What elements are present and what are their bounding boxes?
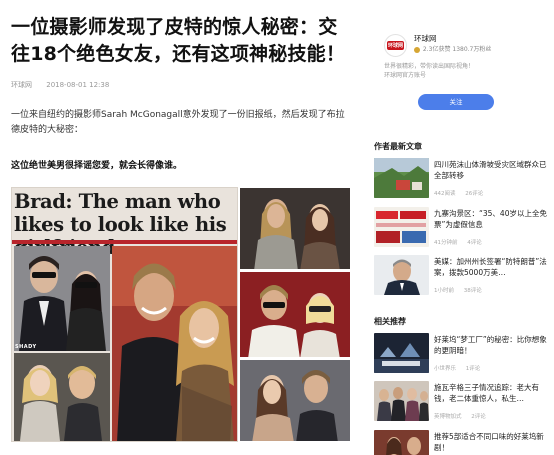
- article-paragraph: 一位来自纽约的摄影师Sarah McGonagall意外发现了一份旧报纸，然后发…: [11, 110, 345, 135]
- photo-long-hair-couple: [239, 187, 351, 270]
- list-item-meta: 442阅读 26评论: [434, 191, 484, 197]
- article-thumbnail: [374, 333, 429, 373]
- sidebar: 环球网 环球网 2.3亿获赞 1380.7万粉丝 世界很精彩，带你读出国际视角！…: [370, 0, 554, 455]
- list-item-meta: 1小时前 38评论: [434, 288, 482, 294]
- list-item-title: 推荐5部适合不同口味的好莱坞新剧！: [434, 432, 544, 452]
- follow-button[interactable]: 关注: [418, 94, 494, 110]
- recent-articles-heading: 作者最新文章: [374, 142, 422, 151]
- article-thumbnail: [374, 430, 429, 455]
- list-item[interactable]: 四川苑沫山体滑坡受灾区域群众已全部转移 442阅读 26评论: [374, 158, 554, 202]
- list-item-meta: 小世界乐 1评论: [434, 366, 481, 372]
- account-logo[interactable]: 环球网: [384, 34, 407, 57]
- list-item[interactable]: 美媒：加州州长签署“防特朗普”法案，拨款5000万美… 1小时前 38评论: [374, 255, 554, 299]
- list-item-meta: 英博物加式 2评论: [434, 414, 486, 420]
- article-thumbnail: [374, 381, 429, 421]
- article-date: 2018-08-01 12:38: [46, 81, 110, 89]
- account-description: 世界很精彩，带你读出国际视角！ 环球网官方账号: [384, 63, 475, 79]
- list-item[interactable]: 九寨沟景区：“35、40岁以上全免票”为虚假信息 41分钟前 4评论: [374, 207, 554, 251]
- list-item[interactable]: 好莱坞“梦工厂”的秘密：比你想象的更阴暗！ 小世界乐 1评论: [374, 333, 554, 377]
- article-source[interactable]: 环球网: [11, 81, 32, 89]
- magazine-red-rule: [12, 240, 237, 244]
- photo-sunglasses-couple: [239, 271, 351, 358]
- list-item-meta: 41分钟前 4评论: [434, 240, 482, 246]
- photo-couple-blondes: [14, 353, 110, 441]
- photo-couple-smiling: [112, 246, 237, 441]
- account-stats: 2.3亿获赞 1380.7万粉丝: [414, 44, 491, 53]
- list-item[interactable]: 推荐5部适合不同口味的好莱坞新剧！: [374, 430, 554, 455]
- magazine-clipping: Brad: The man who likes to look like his…: [11, 187, 238, 442]
- list-item[interactable]: 施瓦辛格三子情况追踪：老大有钱，老二体重惊人，私生… 英博物加式 2评论: [374, 381, 554, 425]
- article-thumbnail: [374, 158, 429, 198]
- article-main: 一位摄影师发现了皮特的惊人秘密：交往18个绝色女友，还有这项神秘技能！ 环球网 …: [0, 0, 358, 455]
- list-item-title: 好莱坞“梦工厂”的秘密：比你想象的更阴暗！: [434, 335, 547, 355]
- account-logo-text: 环球网: [387, 41, 404, 50]
- article-image-collage[interactable]: Brad: The man who likes to look like his…: [11, 187, 351, 442]
- article-meta: 环球网 2018-08-01 12:38: [11, 80, 121, 90]
- photo-event-couple: [239, 359, 351, 442]
- article-title: 一位摄影师发现了皮特的惊人秘密：交往18个绝色女友，还有这项神秘技能！: [11, 16, 346, 65]
- related-heading: 相关推荐: [374, 317, 406, 326]
- list-item-title: 九寨沟景区：“35、40岁以上全免票”为虚假信息: [434, 209, 547, 229]
- account-name[interactable]: 环球网: [414, 33, 437, 44]
- caption-tag: SHADY: [15, 344, 37, 350]
- photo-couple-suits: [14, 246, 110, 351]
- article-thumbnail: [374, 255, 429, 295]
- article-bold-line: 这位绝世美男很择谣您爱，就会长得像谁。: [11, 161, 183, 171]
- list-item-title: 美媒：加州州长签署“防特朗普”法案，拨款5000万美…: [434, 257, 547, 277]
- verified-badge-icon: [414, 46, 420, 53]
- list-item-title: 施瓦辛格三子情况追踪：老大有钱，老二体重惊人，私生…: [434, 383, 539, 403]
- list-item-title: 四川苑沫山体滑坡受灾区域群众已全部转移: [434, 160, 547, 180]
- article-thumbnail: [374, 207, 429, 247]
